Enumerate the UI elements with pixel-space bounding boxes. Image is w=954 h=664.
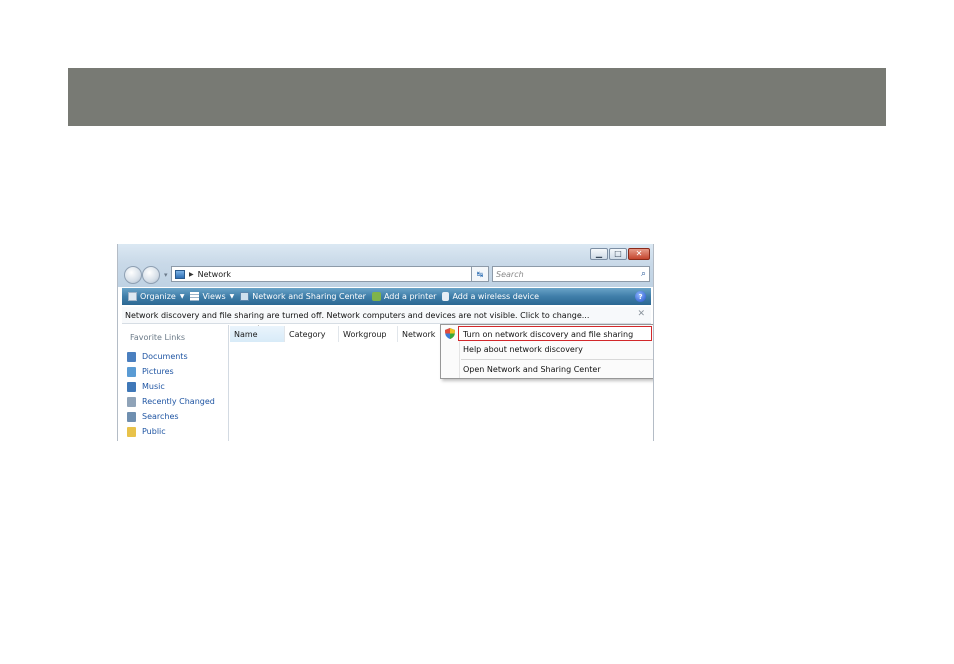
favorite-links-title: Favorite Links [130,333,186,342]
column-header-name[interactable]: Name [230,326,285,342]
favorite-link-music[interactable]: Music [127,379,215,394]
favorite-link-recently-changed[interactable]: Recently Changed [127,394,215,409]
help-icon[interactable]: ? [635,291,646,302]
minimize-button[interactable]: ▁ [590,248,608,260]
network-sharing-center-button[interactable]: Network and Sharing Center [240,292,366,301]
breadcrumb-separator-icon[interactable]: ▶ [189,271,194,278]
information-bar-text: Network discovery and file sharing are t… [125,310,590,320]
title-bar: ▁ □ ✕ ▾ ▶ Network ▼ ↹ Search ⌕ [118,244,653,287]
search-icon[interactable]: ⌕ [641,269,646,279]
wireless-device-icon [442,292,450,301]
add-printer-label: Add a printer [383,292,437,301]
header-band [68,68,886,126]
menu-separator [461,359,653,360]
recent-pages-arrow[interactable]: ▾ [164,271,168,279]
organize-label: Organize [140,292,176,301]
favorite-link-label: Music [142,382,165,391]
back-button[interactable] [124,266,142,284]
search-placeholder: Search [496,269,524,279]
uac-shield-icon [445,328,455,339]
maximize-button[interactable]: □ [609,248,627,260]
favorite-link-searches[interactable]: Searches [127,409,215,424]
network-sharing-icon [240,292,250,301]
chevron-down-icon: ▼ [229,293,235,300]
favorite-link-label: Recently Changed [142,397,215,406]
printer-icon [371,292,381,301]
navigation-pane: Favorite Links Documents Pictures Music … [122,325,229,441]
recent-icon [127,396,136,407]
music-icon [127,381,136,392]
organize-button[interactable]: Organize ▼ [128,292,184,301]
column-header-network-location[interactable]: Network lo [398,326,438,342]
network-sharing-center-label: Network and Sharing Center [252,292,366,301]
favorite-link-label: Public [142,427,166,436]
column-header-workgroup[interactable]: Workgroup [339,326,398,342]
address-text: Network [197,269,232,279]
explorer-window: ▁ □ ✕ ▾ ▶ Network ▼ ↹ Search ⌕ Organiz [117,244,654,441]
menu-item-help-discovery[interactable]: Help about network discovery [463,345,583,354]
information-bar[interactable]: Network discovery and file sharing are t… [122,307,651,324]
add-wireless-button[interactable]: Add a wireless device [442,292,539,301]
add-printer-button[interactable]: Add a printer [371,292,437,301]
close-button[interactable]: ✕ [628,248,650,260]
favorite-link-label: Pictures [142,367,174,376]
organize-icon [128,292,137,301]
favorite-link-label: Searches [142,412,179,421]
network-icon [175,269,185,279]
favorite-link-pictures[interactable]: Pictures [127,364,215,379]
add-wireless-label: Add a wireless device [452,292,540,301]
public-folder-icon [127,426,136,437]
menu-item-turn-on-discovery[interactable]: Turn on network discovery and file shari… [463,330,633,339]
views-label: Views [202,292,226,301]
favorite-link-public[interactable]: Public [127,424,215,439]
window-controls: ▁ □ ✕ [590,248,650,260]
address-bar[interactable]: ▶ Network ▼ [171,266,489,282]
menu-item-open-sharing-center[interactable]: Open Network and Sharing Center [463,365,601,374]
column-header-category[interactable]: Category [285,326,339,342]
chevron-down-icon: ▼ [179,293,185,300]
views-button[interactable]: Views ▼ [190,292,234,301]
forward-button[interactable] [142,266,160,284]
views-icon [190,292,200,301]
context-menu: Turn on network discovery and file shari… [440,324,653,379]
refresh-button[interactable]: ↹ [471,266,489,282]
searches-icon [127,411,136,422]
favorite-link-label: Documents [142,352,188,361]
pictures-icon [127,366,136,377]
favorite-link-documents[interactable]: Documents [127,349,215,364]
search-input[interactable]: Search ⌕ [492,266,650,282]
page: ▁ □ ✕ ▾ ▶ Network ▼ ↹ Search ⌕ Organiz [0,0,954,664]
documents-icon [127,351,136,362]
close-icon[interactable]: ✕ [637,309,645,319]
favorite-links-list: Documents Pictures Music Recently Change… [127,349,215,439]
command-bar: Organize ▼ Views ▼ Network and Sharing C… [122,288,651,305]
